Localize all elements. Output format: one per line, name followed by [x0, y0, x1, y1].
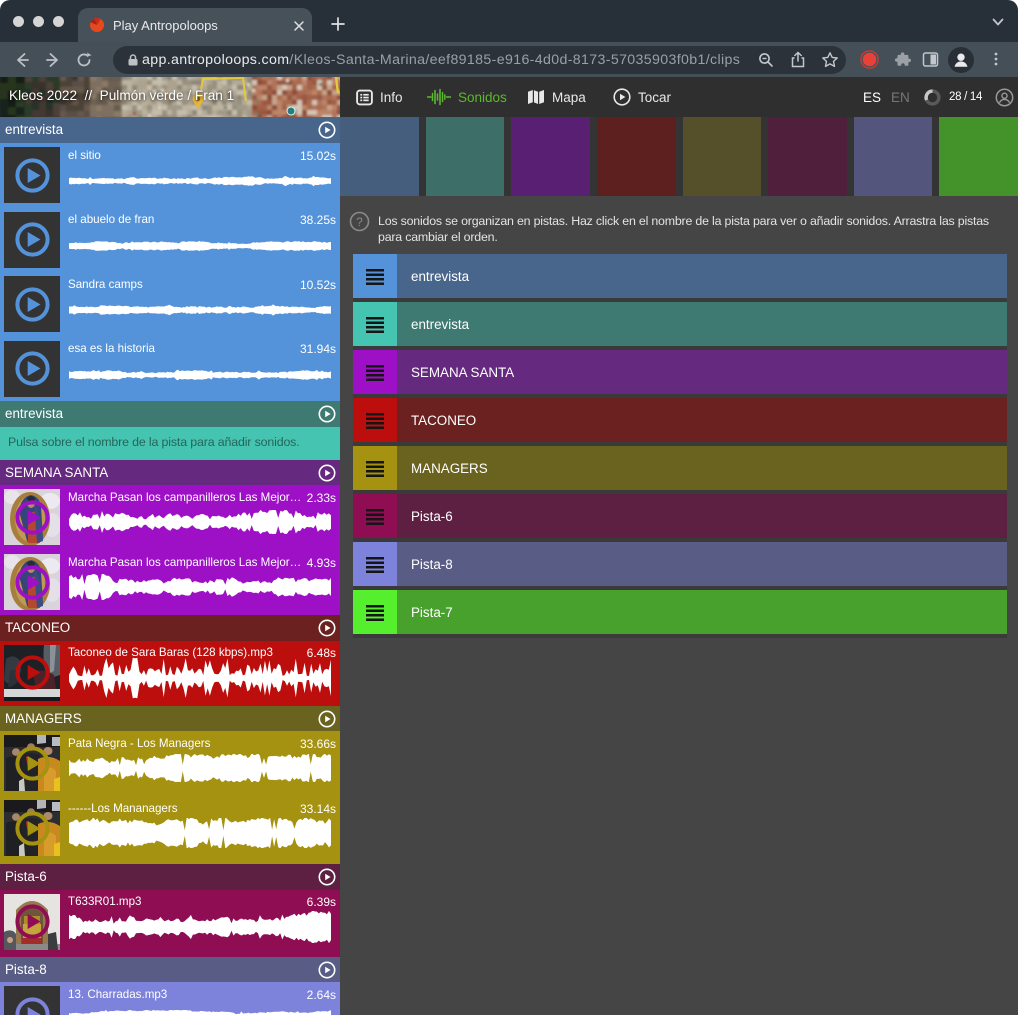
svg-text:?: ?	[356, 215, 363, 229]
